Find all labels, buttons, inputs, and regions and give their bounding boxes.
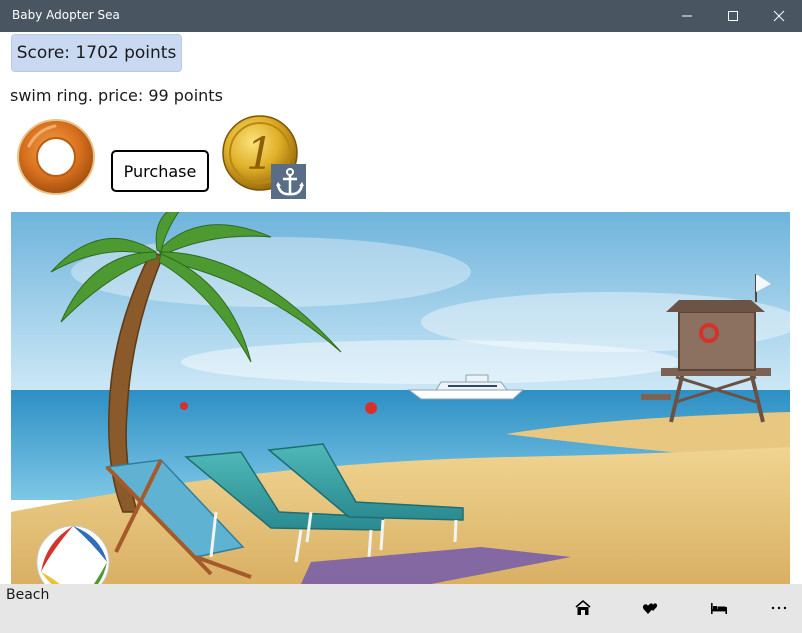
item-price-text: swim ring. price: 99 points	[10, 86, 223, 105]
app-window: Baby Adopter Sea Score: 1702 points swim…	[0, 0, 802, 633]
more-button[interactable]	[764, 596, 794, 620]
close-icon	[773, 10, 785, 22]
title-bar: Baby Adopter Sea	[0, 0, 802, 32]
minimize-icon	[682, 15, 692, 17]
bed-icon	[711, 603, 727, 614]
window-title: Baby Adopter Sea	[12, 8, 120, 22]
anchor-icon	[271, 164, 306, 199]
svg-text:1: 1	[246, 129, 274, 180]
close-button[interactable]	[756, 0, 802, 32]
bed-button[interactable]	[704, 596, 734, 620]
swim-ring-icon	[17, 119, 95, 195]
maximize-button[interactable]	[710, 0, 756, 32]
home-icon	[575, 599, 591, 615]
score-badge: Score: 1702 points	[11, 34, 182, 72]
hearts-button[interactable]	[636, 596, 666, 620]
hearts-icon	[642, 603, 658, 614]
maximize-icon	[728, 11, 738, 21]
purchase-button[interactable]: Purchase	[111, 150, 209, 192]
home-button[interactable]	[568, 596, 598, 620]
bottom-app-bar: Beach	[0, 584, 802, 633]
location-label: Beach	[6, 587, 50, 603]
more-icon	[771, 606, 787, 610]
beach-scene	[11, 212, 790, 584]
minimize-button[interactable]	[664, 0, 710, 32]
